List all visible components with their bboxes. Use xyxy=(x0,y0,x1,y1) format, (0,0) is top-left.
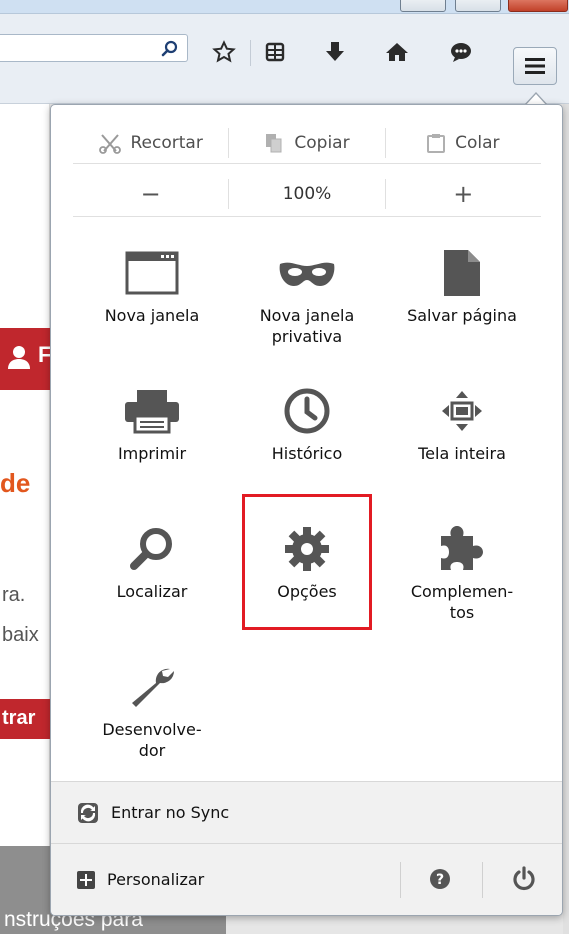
fullscreen-label: Tela inteira xyxy=(418,444,506,463)
save-page-button[interactable]: Salvar página xyxy=(384,239,540,369)
zoom-reset-button[interactable]: 100% xyxy=(228,178,386,209)
maximize-button[interactable] xyxy=(455,0,501,12)
options-highlight-box xyxy=(242,494,372,630)
find-magnifier-icon xyxy=(130,528,172,570)
close-window-button[interactable] xyxy=(508,0,568,12)
fullscreen-button[interactable]: Tela inteira xyxy=(384,377,540,507)
user-icon xyxy=(8,346,30,369)
chat-icon[interactable] xyxy=(449,40,473,64)
developer-label: Desenvolve-dor xyxy=(102,720,202,760)
page-edge xyxy=(563,104,569,934)
paste-button[interactable]: Colar xyxy=(386,122,541,163)
footer-divider xyxy=(400,862,401,898)
window-titlebar xyxy=(0,0,569,14)
customize-button[interactable]: Personalizar xyxy=(107,870,204,889)
print-button[interactable]: Imprimir xyxy=(74,377,230,507)
background-page: F de ra. baix trar xyxy=(0,104,51,934)
sync-icon xyxy=(78,802,98,823)
action-button-label: trar xyxy=(2,707,36,729)
heading-fragment: de xyxy=(0,468,31,498)
addons-puzzle-icon xyxy=(441,526,483,570)
print-label: Imprimir xyxy=(117,444,187,463)
zoom-controls: − 100% + xyxy=(73,171,541,217)
zoom-out-button[interactable]: − xyxy=(73,171,228,216)
text-fragment-2: baix xyxy=(2,624,39,646)
star-icon[interactable] xyxy=(212,40,236,64)
power-icon[interactable] xyxy=(511,866,537,892)
copy-button[interactable]: Copiar xyxy=(228,127,386,158)
new-window-label: Nova janela xyxy=(104,306,200,325)
cut-button[interactable]: Recortar xyxy=(73,122,228,163)
new-window-button[interactable]: Nova janela xyxy=(74,239,230,369)
history-label: Histórico xyxy=(271,444,343,463)
cut-label: Recortar xyxy=(130,132,203,153)
addons-button[interactable]: Complemen-tos xyxy=(384,515,540,645)
paste-label: Colar xyxy=(455,132,500,153)
reading-list-icon[interactable] xyxy=(263,40,287,64)
copy-icon xyxy=(266,133,282,152)
zoom-in-button[interactable]: + xyxy=(386,171,541,216)
find-button[interactable]: Localizar xyxy=(74,515,230,645)
clipboard-icon xyxy=(427,133,446,153)
help-icon[interactable]: ? xyxy=(429,868,451,890)
save-page-icon xyxy=(444,250,480,296)
plus-box-icon xyxy=(77,870,95,889)
new-private-window-label: Nova janela privativa xyxy=(259,306,355,346)
svg-text:?: ? xyxy=(436,872,444,888)
minimize-button[interactable] xyxy=(400,0,446,12)
customize-bar: Personalizar ? xyxy=(51,843,562,915)
sync-label: Entrar no Sync xyxy=(111,803,230,822)
private-mask-icon xyxy=(279,262,335,286)
printer-icon xyxy=(125,390,179,434)
fullscreen-icon xyxy=(442,391,482,431)
history-button[interactable]: Histórico xyxy=(229,377,385,507)
home-icon[interactable] xyxy=(385,40,409,64)
action-button-fragment[interactable]: trar xyxy=(0,699,50,739)
sync-button[interactable]: Entrar no Sync xyxy=(51,781,562,843)
scissors-icon xyxy=(98,133,121,154)
addons-label: Complemen-tos xyxy=(410,582,514,622)
footer-divider xyxy=(482,862,483,898)
developer-button[interactable]: Desenvolve-dor xyxy=(74,653,230,783)
app-menu-panel: Recortar Copiar Colar − 100% + Nova jane… xyxy=(50,104,563,916)
download-icon[interactable] xyxy=(323,40,347,64)
find-label: Localizar xyxy=(116,582,188,601)
new-window-icon xyxy=(125,251,179,295)
toolbar-divider xyxy=(250,40,251,66)
text-fragment-1: ra. xyxy=(2,584,26,606)
hamburger-menu-button[interactable] xyxy=(513,47,557,85)
account-banner: F xyxy=(0,328,51,390)
search-icon[interactable] xyxy=(161,40,179,58)
history-clock-icon xyxy=(284,388,330,434)
search-input[interactable] xyxy=(0,34,188,62)
edit-controls: Recortar Copiar Colar xyxy=(73,122,541,164)
new-private-window-button[interactable]: Nova janela privativa xyxy=(229,239,385,369)
hamburger-menu-icon xyxy=(525,58,545,74)
developer-wrench-icon xyxy=(132,668,175,707)
copy-label: Copiar xyxy=(294,132,350,153)
save-page-label: Salvar página xyxy=(407,306,517,325)
